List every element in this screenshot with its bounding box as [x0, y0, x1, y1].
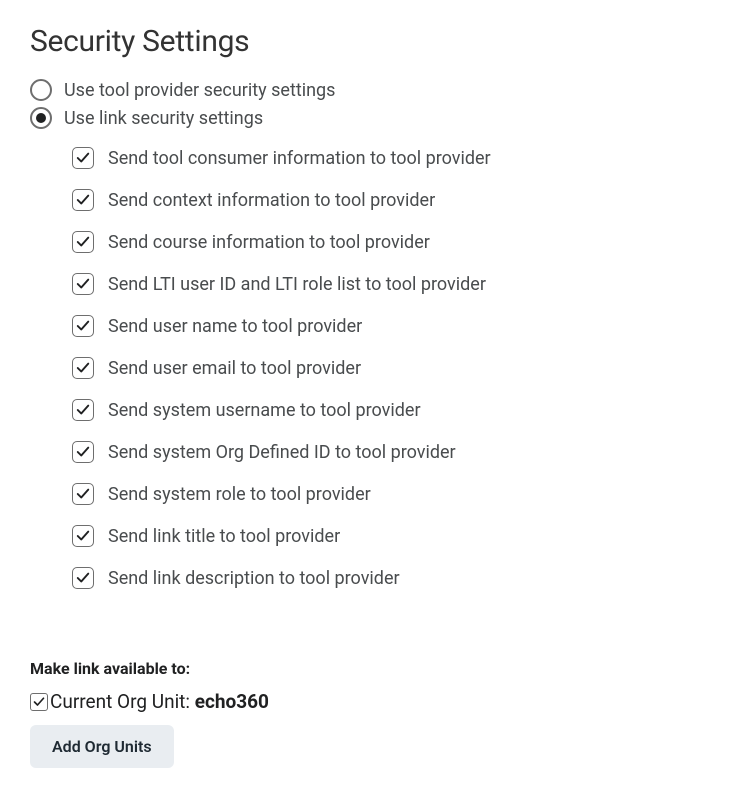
checkbox-row[interactable]: Send link title to tool provider	[72, 525, 700, 547]
availability-title: Make link available to:	[30, 659, 700, 678]
checkbox-icon	[72, 189, 94, 211]
checkbox-row[interactable]: Send LTI user ID and LTI role list to to…	[72, 273, 700, 295]
checkbox-label: Send system role to tool provider	[108, 484, 371, 505]
checkbox-row[interactable]: Send user name to tool provider	[72, 315, 700, 337]
radio-icon	[30, 107, 52, 129]
radio-icon	[30, 79, 52, 101]
radio-use-link[interactable]: Use link security settings	[30, 107, 700, 129]
current-org-unit-row[interactable]: Current Org Unit: echo360	[30, 690, 700, 713]
checkbox-icon	[72, 231, 94, 253]
checkbox-icon	[72, 147, 94, 169]
checkbox-row[interactable]: Send course information to tool provider	[72, 231, 700, 253]
checkbox-icon	[72, 315, 94, 337]
checkbox-label: Send system Org Defined ID to tool provi…	[108, 442, 456, 463]
checkbox-icon	[72, 399, 94, 421]
current-org-unit-label: Current Org Unit: echo360	[50, 690, 269, 713]
org-unit-value: echo360	[195, 690, 269, 713]
radio-use-tool-provider[interactable]: Use tool provider security settings	[30, 79, 700, 101]
security-checkbox-list: Send tool consumer information to tool p…	[72, 147, 700, 589]
checkbox-label: Send user email to tool provider	[108, 358, 361, 379]
checkbox-label: Send course information to tool provider	[108, 232, 430, 253]
checkbox-icon	[72, 567, 94, 589]
checkbox-icon	[72, 525, 94, 547]
checkbox-label: Send link title to tool provider	[108, 526, 340, 547]
checkbox-icon	[72, 483, 94, 505]
availability-section: Make link available to: Current Org Unit…	[30, 659, 700, 768]
checkbox-label: Send system username to tool provider	[108, 400, 421, 421]
checkbox-row[interactable]: Send context information to tool provide…	[72, 189, 700, 211]
checkbox-icon	[72, 441, 94, 463]
checkbox-row[interactable]: Send system username to tool provider	[72, 399, 700, 421]
checkbox-label: Send link description to tool provider	[108, 568, 400, 589]
checkbox-icon	[72, 273, 94, 295]
checkbox-row[interactable]: Send link description to tool provider	[72, 567, 700, 589]
checkbox-label: Send tool consumer information to tool p…	[108, 148, 491, 169]
checkbox-row[interactable]: Send user email to tool provider	[72, 357, 700, 379]
page-title: Security Settings	[30, 24, 700, 59]
checkbox-label: Send user name to tool provider	[108, 316, 362, 337]
add-org-units-button[interactable]: Add Org Units	[30, 725, 174, 768]
checkbox-row[interactable]: Send tool consumer information to tool p…	[72, 147, 700, 169]
org-unit-prefix: Current Org Unit:	[50, 690, 195, 713]
checkbox-icon	[30, 693, 48, 711]
checkbox-icon	[72, 357, 94, 379]
checkbox-label: Send context information to tool provide…	[108, 190, 435, 211]
checkbox-label: Send LTI user ID and LTI role list to to…	[108, 274, 486, 295]
radio-label: Use tool provider security settings	[64, 80, 335, 101]
checkbox-row[interactable]: Send system role to tool provider	[72, 483, 700, 505]
radio-label: Use link security settings	[64, 108, 263, 129]
security-mode-radio-group: Use tool provider security settings Use …	[30, 79, 700, 129]
checkbox-row[interactable]: Send system Org Defined ID to tool provi…	[72, 441, 700, 463]
